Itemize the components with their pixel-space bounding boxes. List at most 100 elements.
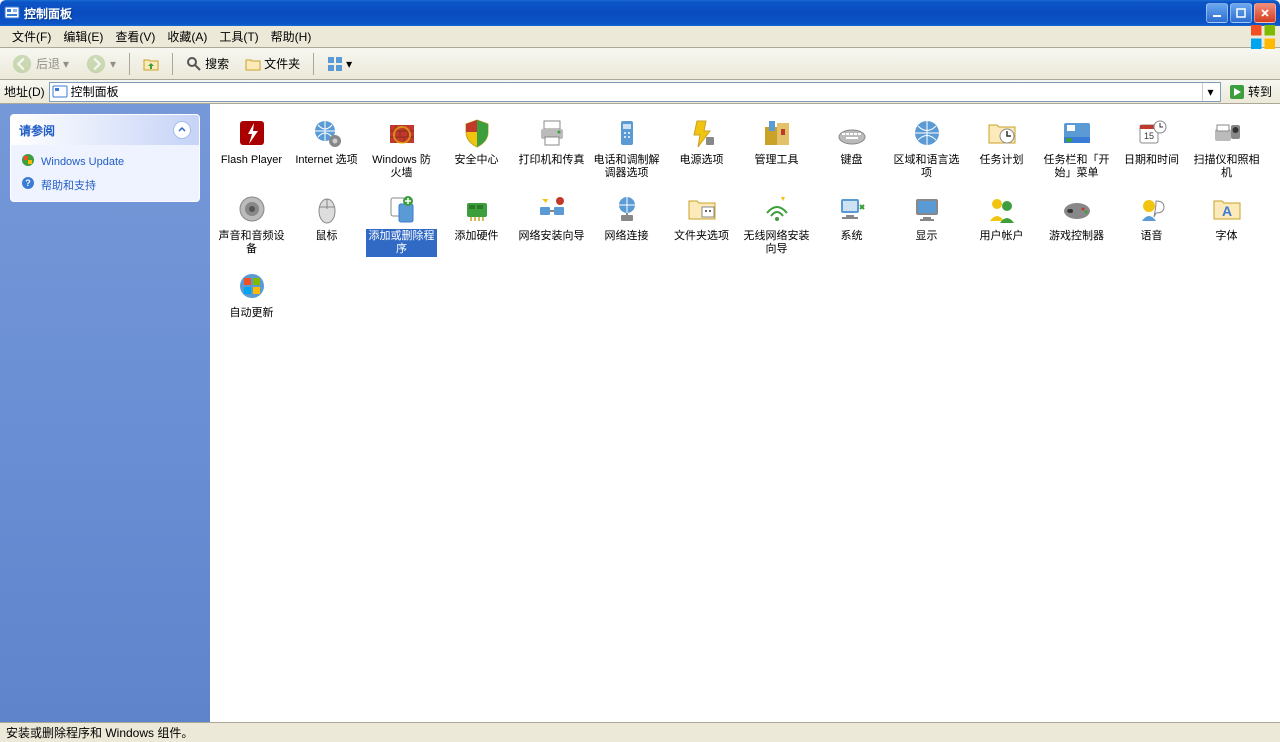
item-label: 文件夹选项 [672,229,731,244]
control-panel-item[interactable]: 网络安装向导 [514,188,589,264]
addhw-icon [460,192,494,226]
control-panel-item[interactable]: 安全中心 [439,112,514,188]
control-panel-icon [4,5,20,21]
control-panel-item[interactable]: 任务栏和「开始」菜单 [1039,112,1114,188]
fonts-icon: A [1210,192,1244,226]
item-label: 任务栏和「开始」菜单 [1041,153,1112,180]
control-panel-item[interactable]: 键盘 [814,112,889,188]
address-field[interactable]: 控制面板 ▾ [49,82,1221,102]
control-panel-item[interactable]: 电话和调制解调器选项 [589,112,664,188]
sidebar-link-windows-update[interactable]: Windows Update [21,153,189,170]
control-panel-item[interactable]: A 字体 [1189,188,1264,264]
views-button[interactable]: ▾ [320,53,359,75]
menu-view[interactable]: 查看(V) [109,26,161,47]
shield-icon [460,116,494,150]
control-panel-item[interactable]: 系统 [814,188,889,264]
gamepad-icon [1060,192,1094,226]
search-button[interactable]: 搜索 [179,52,236,75]
control-panel-item[interactable]: Internet 选项 [289,112,364,188]
folders-label: 文件夹 [264,55,300,72]
item-label: 键盘 [839,153,865,168]
item-label: Flash Player [219,153,284,168]
control-panel-item[interactable]: 任务计划 [964,112,1039,188]
toolbar: 后退 ▾ ▾ 搜索 文件夹 ▾ [0,48,1280,80]
control-panel-item[interactable]: Windows 防火墙 [364,112,439,188]
go-icon [1229,84,1245,100]
admin-icon [760,116,794,150]
maximize-button[interactable] [1230,3,1252,23]
control-panel-item[interactable]: 15日期和时间 [1114,112,1189,188]
system-icon [835,192,869,226]
minimize-button[interactable] [1206,3,1228,23]
item-label: 声音和音频设备 [216,229,287,256]
wireless-icon [760,192,794,226]
control-panel-item[interactable]: 游戏控制器 [1039,188,1114,264]
control-panel-item[interactable]: 显示 [889,188,964,264]
item-label: 系统 [839,229,865,244]
forward-button[interactable]: ▾ [78,50,123,78]
item-label: 游戏控制器 [1047,229,1106,244]
control-panel-item[interactable]: 声音和音频设备 [214,188,289,264]
menu-favorites[interactable]: 收藏(A) [161,26,213,47]
windows-logo-icon [1248,26,1278,48]
control-panel-icon [52,84,68,100]
folders-button[interactable]: 文件夹 [238,52,307,75]
sidebar: 请参阅 Windows Update ? 帮助和支持 [0,104,210,722]
control-panel-item[interactable]: 文件夹选项 [664,188,739,264]
netsetup-icon [535,192,569,226]
flash-icon [235,116,269,150]
back-button[interactable]: 后退 ▾ [4,50,76,78]
control-panel-item[interactable]: 打印机和传真 [514,112,589,188]
status-bar: 安装或删除程序和 Windows 组件。 [0,722,1280,742]
item-label: 用户帐户 [978,229,1026,244]
globe-gear-icon [310,116,344,150]
control-panel-item[interactable]: 扫描仪和照相机 [1189,112,1264,188]
sidebar-header[interactable]: 请参阅 [11,115,199,145]
control-panel-item[interactable]: 区域和语言选项 [889,112,964,188]
close-button[interactable] [1254,3,1276,23]
menu-edit[interactable]: 编辑(E) [57,26,109,47]
help-icon: ? [21,176,35,193]
item-label: 区域和语言选项 [891,153,962,180]
item-label: 显示 [914,229,940,244]
sidebar-header-label: 请参阅 [19,122,55,139]
control-panel-item[interactable]: Flash Player [214,112,289,188]
control-panel-item[interactable]: 用户帐户 [964,188,1039,264]
up-button[interactable] [136,53,166,75]
item-label: 添加硬件 [453,229,501,244]
control-panel-item[interactable]: 语音 [1114,188,1189,264]
control-panel-item[interactable]: 管理工具 [739,112,814,188]
chevron-down-icon: ▾ [63,57,69,71]
item-label: 管理工具 [753,153,801,168]
control-panel-item[interactable]: 电源选项 [664,112,739,188]
sidebar-link-help[interactable]: ? 帮助和支持 [21,176,189,193]
control-panel-item[interactable]: 自动更新 [214,265,289,329]
folders-icon [245,56,261,72]
item-label: Internet 选项 [293,153,359,168]
search-icon [186,56,202,72]
folderopts-icon [685,192,719,226]
address-value: 控制面板 [71,83,119,100]
item-label: 电源选项 [678,153,726,168]
date-icon: 15 [1135,116,1169,150]
speech-icon [1135,192,1169,226]
item-label: Windows 防火墙 [366,153,437,180]
control-panel-item[interactable]: 鼠标 [289,188,364,264]
control-panel-item[interactable]: 添加或删除程序 [364,188,439,264]
go-button[interactable]: 转到 [1225,83,1276,100]
taskbar-icon [1060,116,1094,150]
printer-icon [535,116,569,150]
address-dropdown[interactable]: ▾ [1202,83,1218,101]
collapse-button[interactable] [173,121,191,139]
views-icon [327,56,343,72]
menu-help[interactable]: 帮助(H) [265,26,318,47]
control-panel-item[interactable]: 添加硬件 [439,188,514,264]
phone-icon [610,116,644,150]
menu-file[interactable]: 文件(F) [6,26,57,47]
control-panel-item[interactable]: 无线网络安装向导 [739,188,814,264]
control-panel-item[interactable]: 网络连接 [589,188,664,264]
menu-tools[interactable]: 工具(T) [213,26,264,47]
item-label: 字体 [1214,229,1240,244]
search-label: 搜索 [205,55,229,72]
content-area: Flash Player Internet 选项 Windows 防火墙安全中心打印… [210,104,1280,722]
